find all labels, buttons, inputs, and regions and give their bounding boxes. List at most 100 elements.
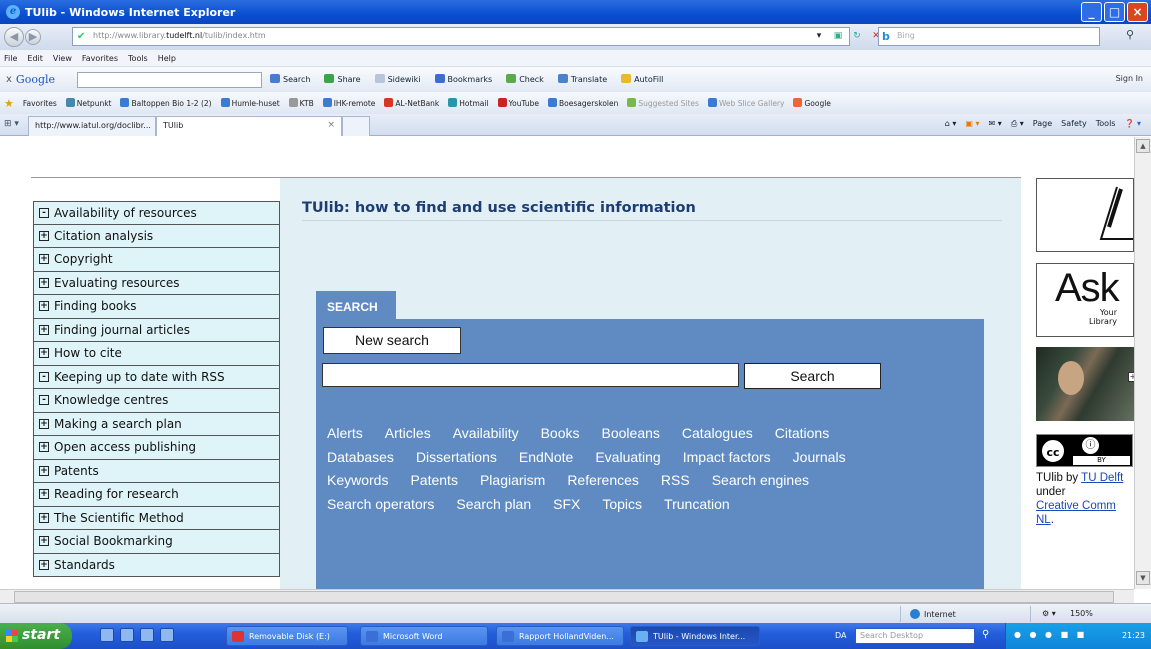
nav-item[interactable]: + Finding journal articles — [33, 318, 280, 342]
new-search-button[interactable]: New search — [323, 327, 461, 354]
nav-item[interactable]: + Citation analysis — [33, 224, 280, 248]
toolbar-close-icon[interactable]: x — [6, 74, 12, 85]
topic-link[interactable]: Plagiarism — [480, 469, 545, 493]
nav-item[interactable]: - Keeping up to date with RSS — [33, 365, 280, 389]
creative-commons-badge[interactable]: cc ⓘ BY — [1036, 434, 1133, 467]
bookmarks-button[interactable]: Bookmarks — [435, 74, 493, 84]
nl-link[interactable]: NL — [1036, 514, 1051, 526]
spellcheck-button[interactable]: Check — [506, 74, 544, 84]
topic-link[interactable]: Journals — [793, 446, 846, 470]
nav-item[interactable]: + Standards — [33, 553, 280, 577]
menu-help[interactable]: Help — [158, 54, 176, 63]
protected-mode-icon[interactable]: ⚙ ▾ — [1042, 609, 1056, 618]
fav-item[interactable]: Hotmail — [448, 98, 488, 108]
address-input[interactable]: ✔ http://www.library.tudelft.nl/tulib/in… — [72, 27, 850, 46]
topic-link[interactable]: Search operators — [327, 493, 434, 517]
sidewiki-button[interactable]: Sidewiki — [375, 74, 421, 84]
close-button[interactable]: × — [1127, 2, 1148, 22]
nav-item[interactable]: + Social Bookmarking — [33, 530, 280, 554]
desktop-quicklaunch-icon[interactable] — [160, 628, 174, 642]
fav-item[interactable]: Baltoppen Bio 1-2 (2) — [120, 98, 211, 108]
nav-item[interactable]: + Evaluating resources — [33, 271, 280, 295]
topic-link[interactable]: Books — [541, 422, 580, 446]
nav-item[interactable]: + Making a search plan — [33, 412, 280, 436]
tu-delft-link[interactable]: TU Delft — [1081, 472, 1123, 484]
bing-search-input[interactable]: b Bing — [878, 27, 1100, 46]
topic-link[interactable]: Patents — [410, 469, 457, 493]
word-quicklaunch-icon[interactable] — [140, 628, 154, 642]
topic-link[interactable]: Impact factors — [683, 446, 771, 470]
nav-item[interactable]: + Copyright — [33, 248, 280, 272]
quick-tabs-icon[interactable]: ⊞ ▾ — [4, 119, 19, 129]
email-quicklaunch-icon[interactable] — [120, 628, 134, 642]
menu-favorites[interactable]: Favorites — [82, 54, 118, 63]
minimize-button[interactable]: _ — [1081, 2, 1102, 22]
nav-item[interactable]: + Reading for research — [33, 483, 280, 507]
nav-item[interactable]: + How to cite — [33, 342, 280, 366]
feeds-icon[interactable]: ▣ ▾ — [965, 119, 979, 129]
nav-item[interactable]: + The Scientific Method — [33, 506, 280, 530]
fav-item[interactable]: Boesagerskolen — [548, 98, 618, 108]
topic-link[interactable]: Evaluating — [595, 446, 660, 470]
topic-link[interactable]: Search plan — [456, 493, 531, 517]
horizontal-scrollbar[interactable] — [0, 589, 1134, 603]
fav-item[interactable]: Suggested Sites — [627, 98, 699, 108]
start-button[interactable]: start — [0, 623, 72, 649]
fav-item[interactable]: Web Slice Gallery — [708, 98, 785, 108]
print-icon[interactable]: ⎙ ▾ — [1011, 119, 1024, 129]
zoom-level[interactable]: 150% — [1070, 609, 1093, 618]
topic-link[interactable]: Booleans — [602, 422, 660, 446]
topic-link[interactable]: SFX — [553, 493, 580, 517]
back-button[interactable]: ◀ — [4, 27, 24, 47]
search-tab[interactable]: SEARCH — [316, 291, 396, 319]
topic-link[interactable]: Alerts — [327, 422, 363, 446]
ie-quicklaunch-icon[interactable] — [100, 628, 114, 642]
scroll-down-icon[interactable]: ▼ — [1136, 571, 1150, 585]
vertical-scrollbar[interactable]: ▲ ▼ — [1134, 137, 1151, 589]
fav-item[interactable]: YouTube — [498, 98, 540, 108]
taskbar-item[interactable]: Removable Disk (E:) — [226, 626, 348, 646]
google-search-input[interactable] — [77, 72, 262, 88]
language-indicator[interactable]: DA — [835, 631, 847, 640]
dropdown-icon[interactable]: ▾ — [812, 30, 826, 43]
new-tab-button[interactable] — [342, 116, 370, 136]
desktop-search-icon[interactable]: ⚲ — [982, 629, 989, 640]
google-search-button[interactable]: Search — [270, 74, 310, 84]
translate-button[interactable]: Translate — [558, 74, 607, 84]
safety-menu[interactable]: Safety — [1061, 119, 1087, 129]
nav-item[interactable]: + Finding books — [33, 295, 280, 319]
ask-your-library-banner[interactable]: Ask Your Library — [1036, 263, 1134, 337]
menu-view[interactable]: View — [53, 54, 72, 63]
topic-link[interactable]: Keywords — [327, 469, 388, 493]
topic-link[interactable]: RSS — [661, 469, 690, 493]
menu-file[interactable]: File — [4, 54, 17, 63]
nav-item[interactable]: + Open access publishing — [33, 436, 280, 460]
topic-link[interactable]: Dissertations — [416, 446, 497, 470]
scrollbar-thumb[interactable] — [14, 591, 1114, 603]
scroll-up-icon[interactable]: ▲ — [1136, 139, 1150, 153]
tray-icons[interactable]: ● ● ● ■ ■ — [1014, 630, 1087, 639]
video-thumbnail[interactable] — [1036, 347, 1134, 421]
fav-item[interactable]: Humle-huset — [221, 98, 280, 108]
fav-item[interactable]: Google — [793, 98, 830, 108]
nav-item[interactable]: - Knowledge centres — [33, 389, 280, 413]
fav-item[interactable]: Netpunkt — [66, 98, 112, 108]
topic-link[interactable]: Truncation — [664, 493, 730, 517]
autofill-button[interactable]: AutoFill — [621, 74, 663, 84]
menu-tools[interactable]: Tools — [128, 54, 148, 63]
share-button[interactable]: Share — [324, 74, 360, 84]
taskbar-item[interactable]: Rapport HollandViden... — [496, 626, 624, 646]
search-button[interactable]: Search — [744, 363, 881, 389]
library-logo-banner[interactable] — [1036, 178, 1134, 252]
sign-in-button[interactable]: Sign In — [1116, 74, 1143, 83]
topic-link[interactable]: References — [567, 469, 639, 493]
menu-edit[interactable]: Edit — [27, 54, 43, 63]
topic-link[interactable]: Availability — [453, 422, 519, 446]
favorites-star-icon[interactable]: ★ — [4, 97, 14, 110]
topic-link[interactable]: EndNote — [519, 446, 573, 470]
desktop-search-input[interactable]: Search Desktop — [855, 628, 975, 644]
search-icon[interactable]: ⚲ — [1126, 28, 1134, 41]
topic-link[interactable]: Databases — [327, 446, 394, 470]
nav-item[interactable]: + Patents — [33, 459, 280, 483]
search-input[interactable] — [322, 363, 739, 387]
